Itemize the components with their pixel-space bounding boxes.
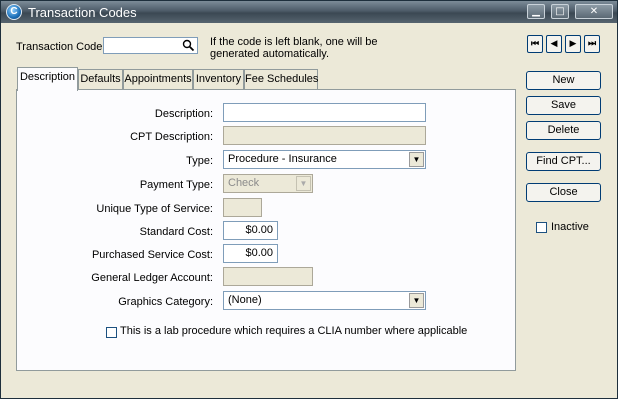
graphics-category-label: Graphics Category: [118,296,213,308]
maximize-button[interactable]: □ [551,4,569,19]
new-button[interactable]: New [526,71,601,90]
find-cpt-button[interactable]: Find CPT... [526,152,601,171]
purchased-service-cost-input[interactable]: $0.00 [223,244,278,263]
chevron-down-icon: ▼ [296,176,311,191]
standard-cost-value: $0.00 [245,224,273,236]
code-hint-line1: If the code is left blank, one will be [210,36,378,48]
transaction-code-input[interactable] [103,37,198,54]
clia-checkbox-label[interactable]: This is a lab procedure which requires a… [120,325,467,337]
next-record-button[interactable]: ▶ [565,35,581,53]
type-select[interactable]: Procedure - Insurance ▼ [223,150,426,169]
type-value: Procedure - Insurance [228,153,337,165]
cpt-description-label: CPT Description: [130,131,213,143]
general-ledger-account-input [223,267,313,286]
first-record-button[interactable]: ⏮ [527,35,543,53]
transaction-codes-window: C Transaction Codes ▁ □ ✕ Transaction Co… [0,0,618,399]
description-label: Description: [154,108,213,120]
close-button[interactable]: Close [526,183,601,202]
last-record-button[interactable]: ⏭ [584,35,600,53]
purchased-service-cost-label: Purchased Service Cost: [91,249,213,261]
type-label: Type: [186,155,213,167]
description-input[interactable] [223,103,426,122]
app-icon: C [6,4,22,20]
window-client-area: Transaction Code: If the code is left bl… [1,23,617,398]
save-button[interactable]: Save [526,96,601,115]
inactive-label[interactable]: Inactive [551,221,589,233]
tab-appointments[interactable]: Appointments [123,69,193,90]
tab-description[interactable]: Description [17,67,78,91]
previous-record-button[interactable]: ◀ [546,35,562,53]
chevron-down-icon[interactable]: ▼ [409,293,424,308]
payment-type-label: Payment Type: [139,179,213,191]
chevron-down-icon[interactable]: ▼ [409,152,424,167]
tab-inventory[interactable]: Inventory [193,69,244,90]
tab-defaults[interactable]: Defaults [78,69,123,90]
general-ledger-account-label: General Ledger Account: [91,272,213,284]
clia-checkbox[interactable] [106,327,117,338]
purchased-service-cost-value: $0.00 [245,247,273,259]
standard-cost-label: Standard Cost: [139,226,213,238]
window-title: Transaction Codes [28,5,137,20]
code-hint-line2: generated automatically. [210,48,330,60]
graphics-category-value: (None) [228,294,262,306]
cpt-description-input [223,126,426,145]
graphics-category-select[interactable]: (None) ▼ [223,291,426,310]
tab-fee-schedules[interactable]: Fee Schedules [244,69,318,90]
unique-type-of-service-label: Unique Type of Service: [96,203,213,215]
payment-type-value: Check [228,177,260,189]
delete-button[interactable]: Delete [526,121,601,140]
search-icon[interactable] [182,39,195,52]
title-bar[interactable]: C Transaction Codes ▁ □ ✕ [1,1,617,23]
transaction-code-label: Transaction Code: [16,41,105,53]
inactive-checkbox[interactable] [536,222,547,233]
standard-cost-input[interactable]: $0.00 [223,221,278,240]
payment-type-select: Check ▼ [223,174,313,193]
unique-type-of-service-input [223,198,262,217]
minimize-button[interactable]: ▁ [527,4,545,19]
close-window-button[interactable]: ✕ [575,4,613,19]
transaction-code-label-text: Transaction Code: [16,41,106,53]
